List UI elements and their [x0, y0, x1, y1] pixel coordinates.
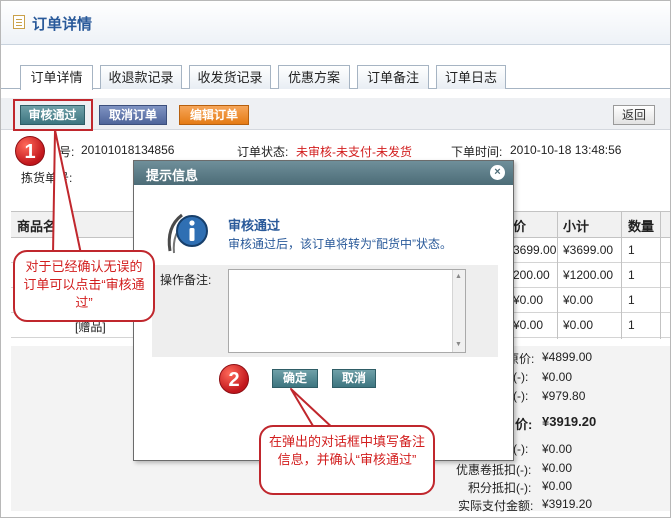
row-price: ¥0.00 [513, 318, 544, 332]
pick-no-label: 拣货单号: [21, 171, 73, 185]
order-time-value: 2010-10-18 13:48:56 [510, 143, 622, 157]
row-quantity: 1 [628, 293, 635, 307]
row-price: ¥0.00 [513, 293, 544, 307]
coupon-value: ¥0.00 [542, 461, 573, 475]
order-time-label: 下单时间: [451, 145, 503, 159]
row-price: 200.00 [513, 268, 550, 282]
remark-textarea[interactable] [228, 269, 466, 353]
row-quantity: 1 [628, 243, 635, 257]
table-divider [660, 211, 661, 339]
row-subtotal: ¥3699.00 [563, 243, 614, 257]
dialog-cancel-button[interactable]: 取消 [332, 369, 376, 388]
edit-order-button[interactable]: 编辑订单 [179, 105, 249, 125]
col-quantity: 数量 [628, 219, 655, 234]
step-2-callout: 在弹出的对话框中填写备注信息，并确认“审核通过” [259, 425, 435, 495]
tab-promotions[interactable]: 优惠方案 [278, 65, 350, 89]
tab-shipping-records[interactable]: 收发货记录 [189, 65, 271, 89]
dialog-header: 提示信息 × [134, 161, 513, 185]
col-price: 价 [513, 219, 527, 234]
step-1-callout: 对于已经确认无误的订单可以点击“审核通过” [13, 250, 155, 322]
step-1-badge: 1 [15, 136, 45, 166]
tab-order-detail[interactable]: 订单详情 [20, 65, 93, 90]
dialog-title: 提示信息 [146, 168, 199, 183]
row-subtotal: ¥0.00 [563, 293, 594, 307]
col-subtotal: 小计 [563, 219, 590, 234]
page-header: 订单详情 [1, 1, 670, 45]
tab-order-notes[interactable]: 订单备注 [357, 65, 429, 89]
scroll-down-icon[interactable]: ▼ [455, 341, 462, 348]
page-title: 订单详情 [32, 16, 93, 33]
step-2-badge: 2 [219, 364, 249, 394]
table-divider [557, 211, 558, 339]
approve-highlight-box [13, 99, 93, 131]
scroll-up-icon[interactable]: ▲ [455, 273, 462, 280]
total-line5-value: ¥0.00 [542, 442, 573, 456]
cancel-order-button[interactable]: 取消订单 [99, 105, 167, 125]
total-final-label: 价: [515, 417, 533, 432]
tab-bar: 订单详情 收退款记录 收发货记录 优惠方案 订单备注 订单日志 [1, 65, 670, 90]
row-subtotal: ¥0.00 [563, 318, 594, 332]
total-line2-value: ¥0.00 [542, 370, 573, 384]
row-quantity: 1 [628, 318, 635, 332]
dialog-message-body: 审核通过后，该订单将转为“配货中”状态。 [228, 237, 452, 251]
table-divider [621, 211, 622, 339]
order-status-label: 订单状态: [237, 145, 289, 159]
total-line3-value: ¥979.80 [542, 389, 586, 403]
total-line3-label: (-): [513, 389, 529, 403]
coupon-label: 优惠卷抵扣(-): [456, 463, 532, 477]
total-line2-label: (-): [513, 370, 529, 384]
total-price-value: ¥4899.00 [542, 350, 593, 364]
confirm-button[interactable]: 确定 [272, 369, 318, 388]
order-no-label: 号: [59, 145, 75, 159]
row-price: 3699.00 [513, 243, 557, 257]
remark-scrollbar[interactable] [452, 270, 465, 352]
info-icon [167, 213, 208, 254]
row-subtotal: ¥1200.00 [563, 268, 614, 282]
row-quantity: 1 [628, 268, 635, 282]
app-frame: 订单详情 订单详情 收退款记录 收发货记录 优惠方案 订单备注 订单日志 审核通… [0, 0, 671, 518]
order-no-value: 20101018134856 [81, 143, 175, 157]
remark-label: 操作备注: [160, 273, 212, 287]
close-icon[interactable]: × [490, 165, 505, 180]
col-product-name: 商品名 [17, 219, 57, 234]
points-value: ¥0.00 [542, 479, 573, 493]
points-label: 积分抵扣(-): [468, 481, 532, 495]
dialog-message-title: 审核通过 [228, 218, 281, 233]
total-line5-label: (-): [513, 442, 529, 456]
tab-refund-records[interactable]: 收退款记录 [100, 65, 182, 89]
actual-paid-value: ¥3919.20 [542, 497, 593, 511]
actual-paid-label: 实际支付金额: [458, 499, 534, 513]
confirm-dialog: 提示信息 × 审核通过 审核通过后，该订单将转为“配货中”状态。 操作备注: ▲… [133, 160, 514, 461]
back-button[interactable]: 返回 [613, 105, 655, 125]
tab-order-log[interactable]: 订单日志 [436, 65, 506, 89]
total-final-value: ¥3919.20 [542, 414, 597, 429]
order-status-value: 未审核-未支付-未发货 [296, 145, 412, 159]
document-icon [13, 15, 25, 29]
